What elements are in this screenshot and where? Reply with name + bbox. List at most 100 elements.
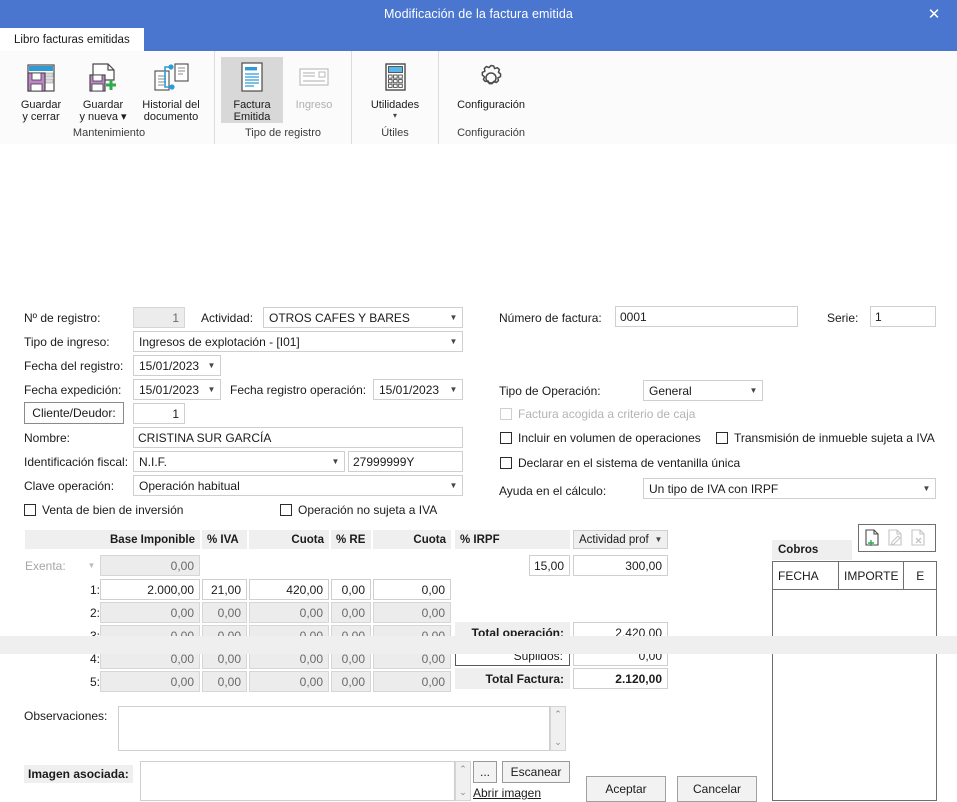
document-history-icon [151,59,191,97]
grid-row-number: 4: [89,652,100,666]
chevron-down-icon[interactable]: ▼ [445,332,462,351]
cliente-deudor-input[interactable]: 1 [133,403,185,424]
chevron-down-icon[interactable]: ▼ [445,308,462,327]
open-image-link[interactable]: Abrir imagen [473,786,541,800]
actividad-prof-select[interactable]: Actividad prof ▼ [573,530,668,549]
chevron-down-icon[interactable]: ▼ [445,476,462,495]
calculator-icon [380,59,410,97]
scroll-up-icon[interactable]: ⌃ [459,764,467,775]
document-history-button[interactable]: Historial del documento [134,57,208,123]
row1-base-input[interactable]: 2.000,00 [100,579,200,600]
ayuda-calculo-value: Un tipo de IVA con IRPF [649,481,779,496]
chevron-down-icon[interactable]: ▼ [650,530,667,549]
row1-cuota-iva-input[interactable]: 420,00 [249,579,329,600]
chevron-down-icon[interactable]: ▼ [918,479,935,498]
checkbox-venta-bien-inversion[interactable]: Venta de bien de inversión [24,503,183,517]
chevron-down-icon[interactable]: ▼ [745,381,762,400]
fecha-registro-datepicker[interactable]: 15/01/2023 ▼ [133,355,221,376]
tipo-operacion-select[interactable]: General ▼ [643,380,763,401]
utilidades-caret-icon[interactable]: ▾ [371,112,419,120]
cobros-title: Cobros [772,540,852,560]
checkbox-ventanilla-unica[interactable]: Declarar en el sistema de ventanilla úni… [500,456,740,470]
fecha-expedicion-datepicker[interactable]: 15/01/2023 ▼ [133,379,221,400]
checkbox-operacion-no-sujeta-label: Operación no sujeta a IVA [298,503,438,517]
ribbon-group-label-tipo-registro: Tipo de registro [244,127,322,139]
scroll-down-icon[interactable]: ⌄ [554,737,562,748]
fecha-operacion-value: 15/01/2023 [379,382,440,397]
scan-button[interactable]: Escanear [502,761,570,783]
accept-button[interactable]: Aceptar [586,776,666,802]
chevron-down-icon[interactable]: ▼ [327,452,344,471]
total-factura-value: 2.120,00 [573,668,668,689]
identificacion-tipo-select[interactable]: N.I.F. ▼ [133,451,345,472]
ribbon-group-mantenimiento: Guardar y cerrar Guardar y nueva ▾ Histo… [4,51,214,144]
actividad-select[interactable]: OTROS CAFES Y BARES ▼ [263,307,463,328]
grid-header-irpf: % IRPF [455,530,570,549]
grid-header-cuota-re: Cuota [373,530,451,549]
delete-document-icon [908,527,928,549]
identificacion-tipo-value: N.I.F. [139,454,168,469]
ribbon-group-configuracion: Configuración Configuración [438,51,543,144]
irpf-importe-input[interactable]: 300,00 [573,555,668,576]
imagen-asociada-label: Imagen asociada: [24,765,133,783]
cobros-grid[interactable]: FECHA IMPORTE E [772,561,937,801]
serie-input[interactable]: 1 [870,306,936,327]
checkbox-operacion-no-sujeta[interactable]: Operación no sujeta a IVA [280,503,437,517]
calendar-chevron-icon[interactable]: ▼ [203,356,220,375]
configuracion-button[interactable]: Configuración [445,57,537,111]
edit-document-icon [885,527,905,549]
cancel-button[interactable]: Cancelar [677,776,757,802]
imagen-asociada-scrollbar[interactable]: ⌃ ⌄ [455,761,471,801]
save-and-close-label-2: y cerrar [22,111,60,123]
row2-cuota-iva-input: 0,00 [249,602,329,623]
checkbox-transmision-inmueble[interactable]: Transmisión de inmueble sujeta a IVA [716,431,935,445]
factura-emitida-button[interactable]: Factura Emitida [221,57,283,123]
tipo-ingreso-select[interactable]: Ingresos de explotación - [I01] ▼ [133,331,463,352]
scroll-up-icon[interactable]: ⌃ [554,709,562,720]
row1-cuota-re-input[interactable]: 0,00 [373,579,451,600]
num-registro-input[interactable]: 1 [133,307,185,328]
browse-image-button[interactable]: ... [473,761,497,783]
scroll-down-icon[interactable]: ⌄ [459,787,467,798]
fecha-operacion-datepicker[interactable]: 15/01/2023 ▼ [373,379,463,400]
save-and-close-button[interactable]: Guardar y cerrar [10,57,72,123]
tipo-operacion-label: Tipo de Operación: [499,384,601,398]
save-and-new-button[interactable]: Guardar y nueva ▾ [72,57,134,123]
tipo-ingreso-label: Tipo de ingreso: [24,335,110,349]
close-icon[interactable]: ✕ [911,0,957,28]
save-new-icon [86,59,120,97]
checkbox-criterio-caja-label: Factura acogida a criterio de caja [518,407,696,421]
ribbon-tabstrip: Libro facturas emitidas [0,28,957,51]
calendar-chevron-icon[interactable]: ▼ [203,380,220,399]
clave-operacion-select[interactable]: Operación habitual ▼ [133,475,463,496]
tab-libro-facturas-emitidas[interactable]: Libro facturas emitidas [0,28,144,51]
observaciones-scrollbar[interactable]: ⌃ ⌄ [550,706,566,751]
irpf-porcentaje-input[interactable]: 15,00 [529,555,570,576]
observaciones-textarea[interactable] [118,706,550,751]
fecha-expedicion-value: 15/01/2023 [139,382,200,397]
cliente-deudor-button[interactable]: Cliente/Deudor: [24,402,124,424]
row1-re-input[interactable]: 0,00 [331,579,371,600]
nombre-input[interactable]: CRISTINA SUR GARCÍA [133,427,463,448]
utilidades-button[interactable]: Utilidades ▾ [358,57,432,120]
document-history-label-1: Historial del [142,99,200,111]
fecha-registro-value: 15/01/2023 [139,358,200,373]
fecha-expedicion-label: Fecha expedición: [24,383,122,397]
num-registro-label: Nº de registro: [24,311,101,325]
save-and-new-caret-icon[interactable]: ▾ [121,111,127,123]
row1-iva-input[interactable]: 21,00 [202,579,247,600]
numero-factura-input[interactable]: 0001 [615,306,798,327]
clave-operacion-value: Operación habitual [139,478,240,493]
window-titlebar: Modificación de la factura emitida ✕ [0,0,957,28]
checkbox-incluir-volumen[interactable]: Incluir en volumen de operaciones [500,431,701,445]
configuracion-label: Configuración [457,99,525,111]
new-document-icon[interactable] [862,527,882,549]
identificacion-numero-input[interactable]: 27999999Y [348,451,463,472]
calendar-chevron-icon[interactable]: ▼ [445,380,462,399]
row2-re-input: 0,00 [331,602,371,623]
chevron-down-icon: ▼ [87,561,96,570]
grid-header-cuota-iva: Cuota [249,530,329,549]
actividad-value: OTROS CAFES Y BARES [269,310,410,325]
imagen-asociada-input[interactable] [140,761,455,801]
ayuda-calculo-select[interactable]: Un tipo de IVA con IRPF ▼ [643,478,936,499]
